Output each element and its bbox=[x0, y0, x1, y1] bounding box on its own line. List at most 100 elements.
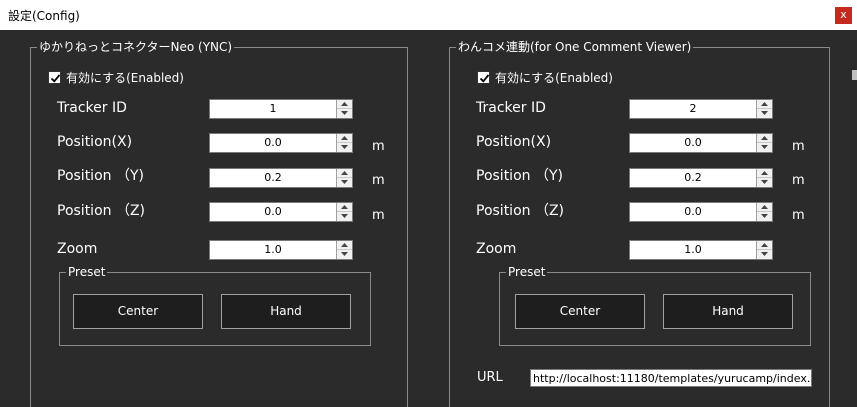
spinner-buttons[interactable] bbox=[336, 203, 352, 221]
onecomme-position-y-spinner[interactable]: 0.2 bbox=[629, 168, 773, 188]
onecomme-hand-button[interactable]: Hand bbox=[663, 294, 793, 329]
onecomme-position-x-spinner[interactable]: 0.0 bbox=[629, 133, 773, 153]
spinner-value[interactable]: 0.0 bbox=[630, 203, 756, 221]
onecomme-position-x-label: Position(X) bbox=[476, 134, 552, 150]
spin-down-button[interactable] bbox=[337, 250, 352, 259]
ync-position-x-spinner[interactable]: 0.0 bbox=[209, 133, 353, 153]
ync-position-z-unit: m bbox=[372, 208, 385, 223]
arrow-up-icon bbox=[341, 102, 348, 106]
hand-button-label: Hand bbox=[270, 304, 302, 318]
spin-down-button[interactable] bbox=[757, 178, 772, 187]
spin-up-button[interactable] bbox=[757, 134, 772, 143]
spin-down-button[interactable] bbox=[337, 212, 352, 221]
center-button-label: Center bbox=[559, 304, 601, 318]
onecomme-center-button[interactable]: Center bbox=[515, 294, 645, 329]
ync-tracker-id-label: Tracker ID bbox=[57, 100, 127, 116]
spinner-buttons[interactable] bbox=[756, 241, 772, 259]
arrow-up-icon bbox=[341, 243, 348, 247]
arrow-down-icon bbox=[341, 252, 348, 256]
spinner-value[interactable]: 2 bbox=[630, 100, 756, 118]
check-icon bbox=[479, 74, 490, 83]
arrow-up-icon bbox=[761, 102, 768, 106]
check-icon bbox=[50, 74, 61, 83]
onecomme-enabled-checkbox[interactable]: 有効にする(Enabled) bbox=[477, 70, 637, 86]
spin-down-button[interactable] bbox=[757, 250, 772, 259]
spin-up-button[interactable] bbox=[757, 100, 772, 109]
spinner-value[interactable]: 0.2 bbox=[630, 169, 756, 187]
arrow-down-icon bbox=[341, 111, 348, 115]
spin-up-button[interactable] bbox=[757, 241, 772, 250]
onecomme-position-z-spinner[interactable]: 0.0 bbox=[629, 202, 773, 222]
spin-down-button[interactable] bbox=[337, 143, 352, 152]
arrow-up-icon bbox=[761, 171, 768, 175]
ync-hand-button[interactable]: Hand bbox=[221, 294, 351, 329]
arrow-up-icon bbox=[761, 136, 768, 140]
url-label: URL bbox=[477, 370, 503, 385]
arrow-up-icon bbox=[761, 243, 768, 247]
ync-position-x-unit: m bbox=[372, 139, 385, 154]
ync-enabled-label: 有効にする(Enabled) bbox=[66, 71, 184, 85]
onecomme-tracker-id-label: Tracker ID bbox=[476, 100, 546, 116]
arrow-down-icon bbox=[341, 145, 348, 149]
spinner-value[interactable]: 0.0 bbox=[210, 203, 336, 221]
window-title: 設定(Config) bbox=[8, 9, 80, 23]
checkbox-box[interactable] bbox=[48, 71, 61, 84]
ync-zoom-spinner[interactable]: 1.0 bbox=[209, 240, 353, 260]
onecomme-zoom-label: Zoom bbox=[476, 241, 517, 257]
spinner-buttons[interactable] bbox=[336, 100, 352, 118]
title-bar: 設定(Config) x bbox=[0, 0, 857, 30]
arrow-down-icon bbox=[761, 111, 768, 115]
onecomme-group-title: わんコメ連動(for One Comment Viewer) bbox=[456, 40, 694, 55]
spinner-buttons[interactable] bbox=[756, 169, 772, 187]
spinner-buttons[interactable] bbox=[756, 203, 772, 221]
onecomme-tracker-id-spinner[interactable]: 2 bbox=[629, 99, 773, 119]
spin-up-button[interactable] bbox=[757, 169, 772, 178]
spinner-buttons[interactable] bbox=[336, 169, 352, 187]
onecomme-zoom-spinner[interactable]: 1.0 bbox=[629, 240, 773, 260]
onecomme-position-z-unit: m bbox=[792, 208, 805, 223]
arrow-down-icon bbox=[761, 145, 768, 149]
arrow-up-icon bbox=[341, 205, 348, 209]
spin-down-button[interactable] bbox=[337, 178, 352, 187]
spinner-buttons[interactable] bbox=[756, 134, 772, 152]
spinner-value[interactable]: 1.0 bbox=[210, 241, 336, 259]
onecomme-enabled-label: 有効にする(Enabled) bbox=[495, 71, 613, 85]
spin-down-button[interactable] bbox=[757, 109, 772, 118]
spinner-value[interactable]: 0.0 bbox=[210, 134, 336, 152]
ync-tracker-id-spinner[interactable]: 1 bbox=[209, 99, 353, 119]
spinner-value[interactable]: 1.0 bbox=[630, 241, 756, 259]
spin-up-button[interactable] bbox=[337, 169, 352, 178]
spin-up-button[interactable] bbox=[757, 203, 772, 212]
spinner-value[interactable]: 1 bbox=[210, 100, 336, 118]
spinner-buttons[interactable] bbox=[336, 241, 352, 259]
spin-up-button[interactable] bbox=[337, 100, 352, 109]
ync-center-button[interactable]: Center bbox=[73, 294, 203, 329]
onecomme-position-y-unit: m bbox=[792, 173, 805, 188]
spinner-buttons[interactable] bbox=[756, 100, 772, 118]
edge-marker bbox=[852, 70, 857, 80]
arrow-down-icon bbox=[761, 252, 768, 256]
spin-up-button[interactable] bbox=[337, 241, 352, 250]
spin-down-button[interactable] bbox=[757, 143, 772, 152]
arrow-up-icon bbox=[341, 171, 348, 175]
onecomme-position-x-unit: m bbox=[792, 139, 805, 154]
ync-position-z-label: Position （Z) bbox=[57, 203, 146, 219]
close-button[interactable]: x bbox=[835, 7, 852, 24]
ync-position-y-spinner[interactable]: 0.2 bbox=[209, 168, 353, 188]
spin-up-button[interactable] bbox=[337, 134, 352, 143]
checkbox-box[interactable] bbox=[477, 71, 490, 84]
ync-position-z-spinner[interactable]: 0.0 bbox=[209, 202, 353, 222]
url-input[interactable] bbox=[530, 369, 812, 387]
spinner-value[interactable]: 0.2 bbox=[210, 169, 336, 187]
onecomme-position-z-label: Position （Z) bbox=[476, 203, 565, 219]
spinner-value[interactable]: 0.0 bbox=[630, 134, 756, 152]
ync-enabled-checkbox[interactable]: 有効にする(Enabled) bbox=[48, 70, 208, 86]
ync-preset-title: Preset bbox=[66, 265, 108, 280]
spin-up-button[interactable] bbox=[337, 203, 352, 212]
spin-down-button[interactable] bbox=[757, 212, 772, 221]
spin-down-button[interactable] bbox=[337, 109, 352, 118]
ync-position-y-label: Position （Y) bbox=[57, 168, 144, 184]
spinner-buttons[interactable] bbox=[336, 134, 352, 152]
center-button-label: Center bbox=[117, 304, 159, 318]
arrow-down-icon bbox=[341, 180, 348, 184]
